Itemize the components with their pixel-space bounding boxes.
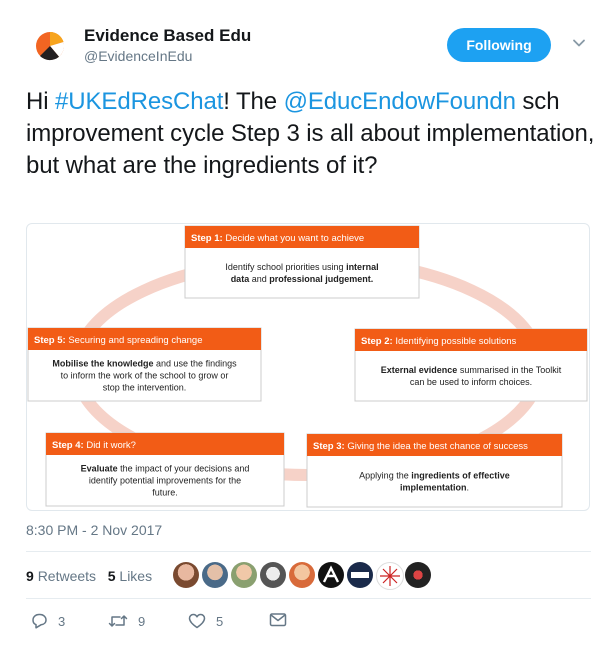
step-body-line: can be used to inform choices.	[410, 377, 532, 387]
step-body-line: implementation.	[400, 483, 469, 493]
tweet-text: Hi #UKEdResChat! The @EducEndowFoundn sc…	[26, 86, 596, 182]
hashtag-link[interactable]: #UKEdResChat	[55, 88, 223, 115]
retweet-action[interactable]: 9	[108, 612, 145, 630]
liker-avatar[interactable]	[289, 562, 315, 588]
step-body-line: stop the intervention.	[103, 383, 187, 393]
tweet-image[interactable]: Step 1: Decide what you want to achieve I…	[26, 223, 590, 511]
step-body-line: Identify school priorities using interna…	[225, 262, 378, 272]
step-body-line: future.	[152, 488, 178, 498]
heart-icon	[188, 613, 206, 629]
chevron-down-icon[interactable]	[572, 36, 586, 50]
step-box-5: Step 5: Securing and spreading change Mob…	[27, 327, 262, 402]
retweets-label: Retweets	[37, 568, 97, 584]
step-body-line: Evaluate the impact of your decisions an…	[81, 464, 250, 474]
liker-avatar[interactable]	[231, 562, 257, 588]
starburst-icon	[380, 566, 400, 586]
step-title: Step 5: Securing and spreading change	[34, 335, 202, 346]
likes-label: Likes	[119, 568, 153, 584]
step-title: Step 2: Identifying possible solutions	[361, 336, 517, 347]
pie-logo-icon	[36, 31, 65, 61]
step-body-line: to inform the work of the school to grow…	[61, 371, 229, 381]
retweet-icon	[108, 615, 128, 627]
divider	[26, 598, 591, 599]
step-body-line: identify potential improvements for the	[89, 476, 241, 486]
like-count: 5	[216, 613, 224, 629]
liker-avatar[interactable]	[202, 562, 228, 588]
like-action[interactable]: 5	[188, 612, 223, 630]
reply-count: 3	[58, 613, 66, 629]
improvement-cycle-diagram: Step 1: Decide what you want to achieve I…	[27, 225, 588, 508]
retweet-count: 9	[138, 613, 146, 629]
avatar[interactable]	[26, 22, 74, 70]
tweet-actions: 3 9 5	[26, 612, 326, 636]
direct-message-action[interactable]	[269, 612, 287, 628]
envelope-icon	[269, 613, 287, 627]
reply-icon	[32, 613, 47, 629]
following-button[interactable]: Following	[447, 28, 551, 62]
step-box-2: Step 2: Identifying possible solutions Ex…	[354, 328, 588, 402]
tweet-text-part: Hi	[26, 88, 56, 115]
step-body-line: External evidence summarised in the Tool…	[381, 365, 562, 375]
step-title: Step 3: Giving the idea the best chance …	[313, 441, 528, 452]
liker-avatar[interactable]	[347, 562, 373, 588]
retweets-count: 9	[26, 568, 34, 584]
liker-avatar[interactable]	[260, 562, 286, 588]
step-body-line: Applying the ingredients of effective	[359, 471, 510, 481]
liker-avatar[interactable]	[173, 562, 199, 588]
tweet-timestamp[interactable]: 8:30 PM - 2 Nov 2017	[26, 522, 162, 538]
step-box-3: Step 3: Giving the idea the best chance …	[306, 433, 563, 508]
liker-avatar[interactable]	[405, 562, 431, 588]
liker-avatar[interactable]	[318, 562, 344, 588]
step-box-1: Step 1: Decide what you want to achieve I…	[184, 225, 420, 299]
account-handle[interactable]: @EvidenceInEdu	[84, 48, 192, 64]
retweets-stat[interactable]: 9 Retweets	[26, 568, 96, 584]
logo-icon	[322, 565, 340, 583]
step-body-line: Mobilise the knowledge and use the findi…	[52, 359, 237, 369]
divider	[26, 551, 591, 552]
likes-count: 5	[107, 568, 116, 584]
step-box-4: Step 4: Did it work? Evaluate the impact …	[45, 432, 285, 507]
tweet-header: Evidence Based Edu @EvidenceInEdu Follow…	[26, 22, 591, 70]
liker-avatar[interactable]	[376, 562, 404, 590]
mention-link[interactable]: @EducEndowFoundn	[284, 88, 516, 115]
tweet-text-part: ! The	[223, 88, 284, 115]
likes-stat[interactable]: 5 Likes	[108, 568, 152, 584]
step-title: Step 4: Did it work?	[52, 440, 136, 451]
account-name[interactable]: Evidence Based Edu	[84, 26, 251, 46]
step-body-line: data and professional judgement.	[231, 274, 374, 284]
logo-icon	[351, 572, 369, 578]
reply-action[interactable]: 3	[30, 612, 65, 630]
step-title: Step 1: Decide what you want to achieve	[191, 233, 364, 244]
engagement-stats: 9 Retweets 5 Likes	[26, 568, 152, 584]
